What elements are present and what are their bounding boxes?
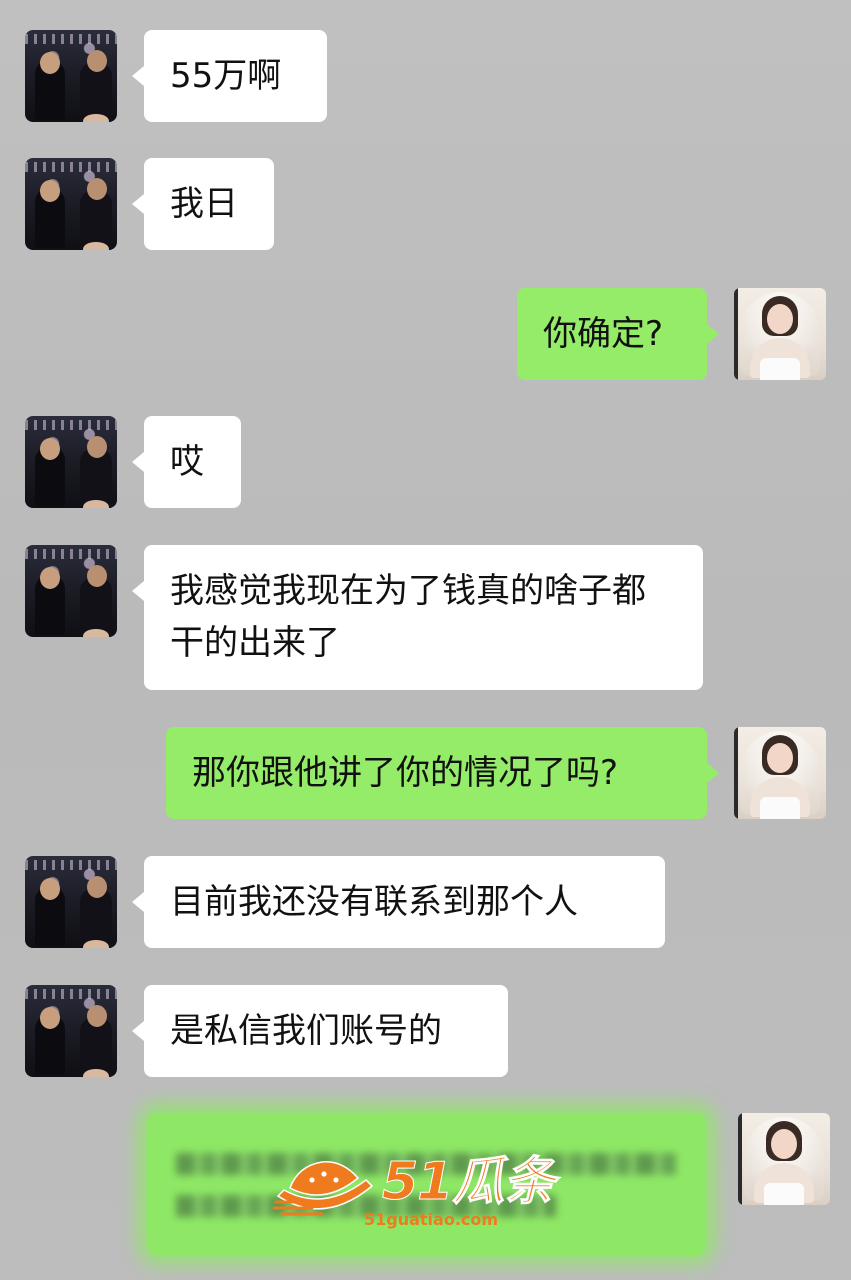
contact-avatar[interactable] bbox=[25, 985, 117, 1077]
contact-avatar[interactable] bbox=[25, 856, 117, 948]
watermark-brand: 51瓜条 bbox=[381, 1152, 555, 1213]
incoming-message-bubble[interactable]: 哎 bbox=[132, 416, 241, 508]
incoming-message-bubble[interactable]: 我日 bbox=[132, 158, 274, 250]
incoming-message-bubble[interactable]: 我感觉我现在为了钱真的啥子都干的出来了 bbox=[132, 545, 703, 690]
self-avatar[interactable] bbox=[734, 288, 826, 380]
message-text: 目前我还没有联系到那个人 bbox=[170, 882, 578, 922]
outgoing-message-bubble[interactable]: 那你跟他讲了你的情况了吗? bbox=[166, 727, 719, 819]
contact-avatar[interactable] bbox=[25, 545, 117, 637]
incoming-message-bubble[interactable]: 目前我还没有联系到那个人 bbox=[132, 856, 665, 948]
incoming-message-bubble[interactable]: 55万啊 bbox=[132, 30, 327, 122]
message-text: 55万啊 bbox=[170, 56, 282, 96]
self-avatar[interactable] bbox=[734, 727, 826, 819]
outgoing-message-bubble[interactable]: 你确定? bbox=[517, 288, 719, 380]
message-text: 哎 bbox=[170, 442, 204, 482]
contact-avatar[interactable] bbox=[25, 158, 117, 250]
self-avatar[interactable] bbox=[738, 1113, 830, 1205]
incoming-message-bubble[interactable]: 是私信我们账号的 bbox=[132, 985, 508, 1077]
contact-avatar[interactable] bbox=[25, 30, 117, 122]
message-text: 那你跟他讲了你的情况了吗? bbox=[192, 753, 619, 793]
watermelon-logo-icon bbox=[272, 1161, 374, 1216]
watermark: 51瓜条 51guatiao.com bbox=[272, 1152, 572, 1232]
watermark-url: 51guatiao.com bbox=[364, 1210, 499, 1229]
contact-avatar[interactable] bbox=[25, 416, 117, 508]
message-text: 你确定? bbox=[543, 314, 664, 354]
message-text: 我日 bbox=[170, 184, 238, 224]
chat-area: 55万啊 我日 你确定? 哎 我感觉我现在为了钱真的啥子都干的出来了 那你跟他讲… bbox=[0, 0, 851, 1280]
message-text: 我感觉我现在为了钱真的啥子都干的出来了 bbox=[170, 571, 646, 663]
message-text: 是私信我们账号的 bbox=[170, 1011, 442, 1051]
